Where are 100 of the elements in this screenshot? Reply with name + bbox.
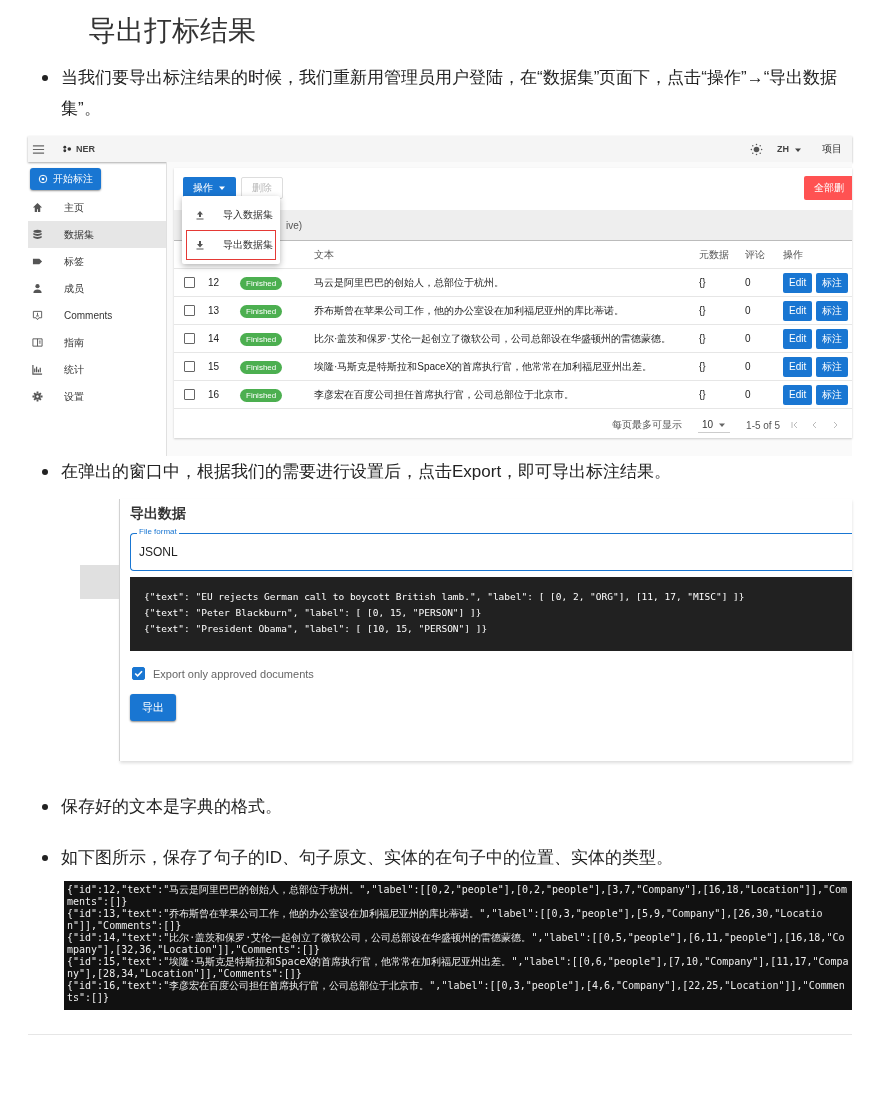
dialog-title: 导出数据	[130, 505, 187, 523]
table-cell-text: {}	[699, 305, 707, 316]
edit-button[interactable]: Edit	[783, 328, 813, 349]
row-checkbox[interactable]	[184, 333, 195, 344]
table-cell-text: 16	[208, 389, 221, 400]
annotate-button[interactable]: 标注	[816, 300, 849, 321]
language-menu[interactable]: ZH	[771, 144, 808, 154]
sidebar-item[interactable]: 主页	[28, 194, 166, 221]
code-line: {"text": "President Obama", "label": [ [10, 15, "PERSON"] ]}	[144, 622, 489, 636]
actions-button[interactable]: 操作	[183, 177, 236, 199]
table-cell-text: 0	[745, 361, 752, 372]
table-cell-text: {}	[699, 277, 707, 288]
paragraph: 当我们要导出标注结果的时候，我们重新用管理员用户登陆，在“数据集”页面下，点击“操作”→“导出数据集”。	[61, 67, 839, 120]
row-checkbox[interactable]	[184, 305, 195, 316]
code-line: {"id":16,"text":"李彦宏在百度公司担任首席执行官，公司总部位于北京市。","label":[[0,3,"people"],[4,6,"Company"],[22,25,"Location"]],"Comments":[]}	[67, 980, 846, 1004]
status-chip: Finished	[240, 389, 283, 402]
table-cell-text: 0	[745, 389, 752, 400]
book-icon	[32, 337, 43, 348]
start-annotation-button[interactable]: 开始标注	[30, 168, 101, 190]
paragraph: 在弹出的窗口中，根据我们的需要进行设置后，点击Export，即可导出标注结果。	[61, 461, 672, 483]
paragraph: 如下图所示，保存了句子的ID、句子原文、实体的在句子中的位置、实体的类型。	[61, 847, 673, 869]
sidebar-item[interactable]: 成员	[28, 275, 166, 302]
column-header: 操作	[783, 247, 804, 262]
column-header: 元数据	[699, 247, 730, 262]
code-line: {"id":12,"text":"马云是阿里巴巴的创始人，总部位于杭州。","label":[[0,2,"people"],[0,2,"people"],[3,7,"Company"],[16,18,"Location"]],"Comments":[]}	[67, 884, 848, 908]
table-cell-text: 乔布斯曾在苹果公司工作，他的办公室设在加利福尼亚州的库比蒂诺。	[314, 303, 625, 318]
menu-item[interactable]: 导入数据集	[186, 200, 276, 230]
person-icon	[32, 283, 43, 294]
table-cell-text: 13	[208, 305, 221, 316]
sun-icon[interactable]	[750, 142, 763, 156]
table-cell-text: 埃隆·马斯克是特斯拉和SpaceX的首席执行官，他常常在加利福尼亚州出差。	[314, 359, 654, 374]
table-cell-text: {}	[699, 389, 707, 400]
bullet-dot	[42, 855, 48, 861]
bullet-dot	[42, 75, 48, 81]
status-chip: Finished	[240, 361, 283, 374]
menu-item[interactable]: 导出数据集	[186, 230, 276, 260]
row-checkbox[interactable]	[184, 389, 195, 400]
annotate-button[interactable]: 标注	[816, 272, 849, 293]
table-cell-text: 15	[208, 361, 221, 372]
page-title: 导出打标结果	[88, 14, 257, 48]
row-checkbox[interactable]	[184, 277, 195, 288]
rows-per-page-label: 每页最多可显示	[611, 418, 682, 432]
projects-link[interactable]: 项目	[822, 142, 842, 156]
table-cell-text: 0	[745, 305, 752, 316]
gear-icon	[32, 391, 43, 402]
edit-button[interactable]: Edit	[783, 384, 813, 405]
export-button[interactable]: 导出	[130, 694, 176, 721]
annotate-button[interactable]: 标注	[816, 328, 849, 349]
table-cell-text: {}	[699, 361, 707, 372]
delete-all-button[interactable]: 全部删	[804, 176, 852, 200]
table-cell-text: 李彦宏在百度公司担任首席执行官，公司总部位于北京市。	[314, 387, 575, 402]
column-header: 评论	[745, 247, 766, 262]
table-cell-text: 比尔·盖茨和保罗·艾伦一起创立了微软公司，公司总部设在华盛顿州的雷德蒙德。	[314, 331, 672, 346]
target-icon	[38, 174, 48, 184]
status-chip: Finished	[240, 277, 283, 290]
menu-icon[interactable]	[32, 142, 45, 156]
table-cell-text: 0	[745, 277, 752, 288]
tag-icon	[32, 256, 43, 267]
table-cell-text: 14	[208, 333, 221, 344]
edit-button[interactable]: Edit	[783, 300, 813, 321]
app-name: NER	[76, 144, 95, 154]
comment-icon	[32, 310, 43, 321]
home-icon	[32, 202, 43, 213]
status-chip: Finished	[240, 305, 283, 318]
paragraph: 保存好的文本是字典的格式。	[61, 796, 282, 818]
edit-button[interactable]: Edit	[783, 272, 813, 293]
status-chip: Finished	[240, 333, 283, 346]
table-cell-text: {}	[699, 333, 707, 344]
bar-chart-icon	[32, 364, 43, 375]
column-header: 文本	[314, 247, 335, 262]
checkbox-label: Export only approved documents	[153, 667, 314, 680]
table-cell-text: 0	[745, 333, 752, 344]
code-line: {"text": "EU rejects German call to boycott British lamb.", "label": [ [0, 2, "ORG"], [11, 17, "MISC"] ]}	[144, 590, 746, 604]
sidebar-item[interactable]: Comments	[28, 302, 166, 329]
annotate-button[interactable]: 标注	[816, 356, 849, 377]
backdrop-panel	[80, 565, 119, 599]
upload-icon	[195, 210, 205, 220]
annotate-button[interactable]: 标注	[816, 384, 849, 405]
download-icon	[195, 240, 205, 250]
checkbox[interactable]	[132, 667, 145, 680]
sidebar-item[interactable]: 统计	[28, 356, 166, 383]
table-cell-text: 马云是阿里巴巴的创始人，总部位于杭州。	[314, 275, 505, 290]
code-line: {"text": "Peter Blackburn", "label": [ [0, 15, "PERSON"] ]}	[144, 606, 483, 620]
filter-text: ive)	[286, 219, 303, 231]
code-line: {"id":14,"text":"比尔·盖茨和保罗·艾伦一起创立了微软公司，公司总部设在华盛顿州的雷德蒙德。","label":[[0,5,"people"],[6,11,"people"],[16,18,"Company"],[32,36,"Location"]],"Comments":[]}	[67, 932, 846, 956]
row-checkbox[interactable]	[184, 361, 195, 372]
logo-icon	[63, 145, 72, 153]
code-line: {"id":15,"text":"埃隆·马斯克是特斯拉和SpaceX的首席执行官，他常常在加利福尼亚州出差。","label":[[0,6,"people"],[7,10,"Company"],[11,17,"Company"],[28,34,"Location"]],"Comments":[]}	[67, 956, 849, 980]
sidebar-item[interactable]: 数据集	[28, 221, 166, 248]
bullet-dot	[42, 804, 48, 810]
sidebar-item[interactable]: 指南	[28, 329, 166, 356]
rows-per-page-select[interactable]: 10	[697, 417, 731, 433]
bullet-dot	[42, 469, 48, 475]
sidebar-item[interactable]: 标签	[28, 248, 166, 275]
database-icon	[32, 229, 43, 240]
code-line: {"id":13,"text":"乔布斯曾在苹果公司工作，他的办公室设在加利福尼亚州的库比蒂诺。","label":[[0,3,"people"],[5,9,"Company"],[26,30,"Location"]],"Comments":[]}	[67, 908, 824, 932]
page-range: 1-5 of 5	[746, 419, 780, 431]
edit-button[interactable]: Edit	[783, 356, 813, 377]
table-cell-text: 12	[208, 277, 221, 288]
sidebar-item[interactable]: 设置	[28, 383, 166, 410]
